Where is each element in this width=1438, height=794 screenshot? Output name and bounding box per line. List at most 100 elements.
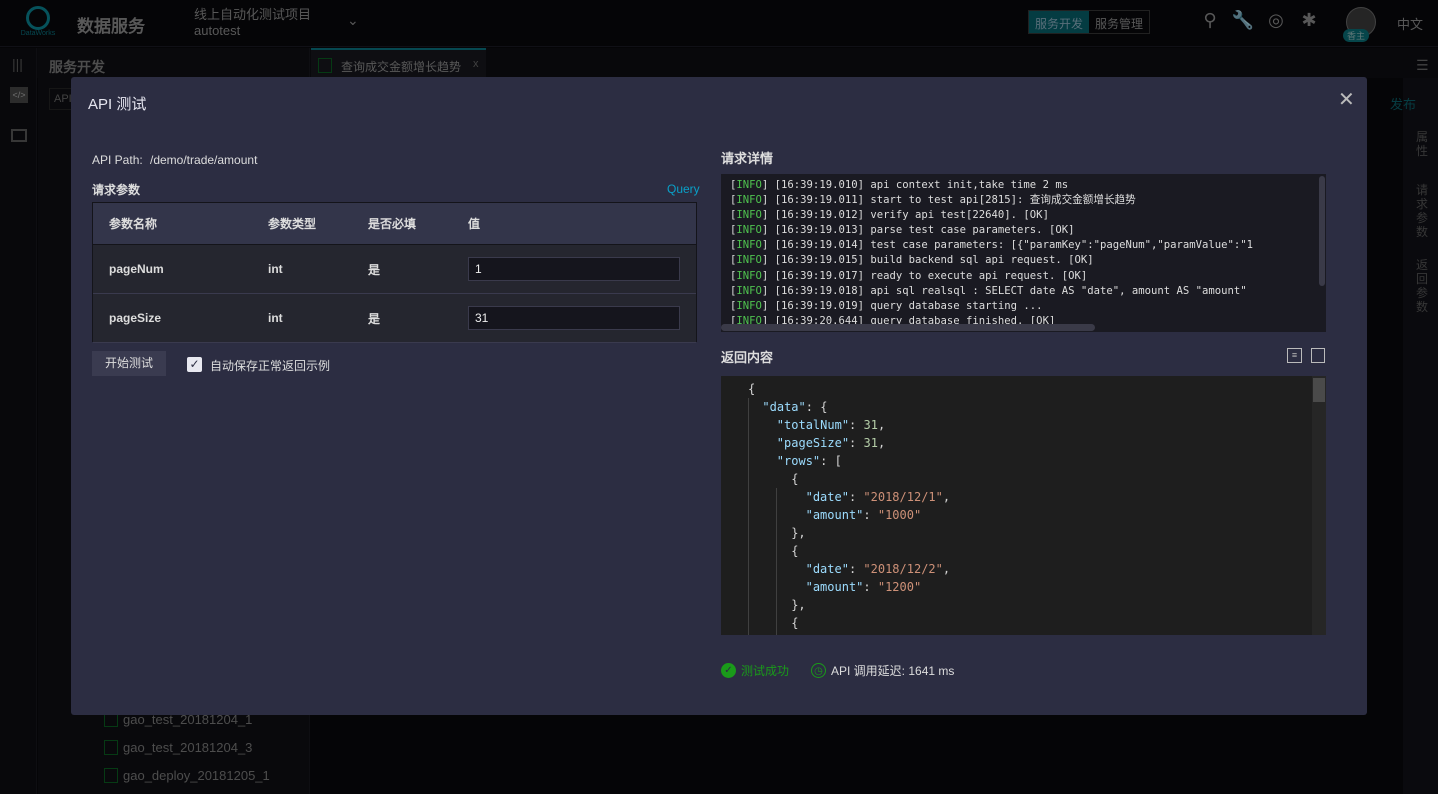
- json-token: {: [791, 616, 799, 630]
- log-line: [INFO] [16:39:19.013] parse test case pa…: [730, 224, 1075, 237]
- dialog-title: API 测试: [88, 96, 147, 113]
- log-level: INFO: [736, 254, 762, 267]
- json-token: "1000": [877, 508, 922, 522]
- format-icon[interactable]: ≡: [1287, 348, 1302, 363]
- log-time: 16:39:19.018: [781, 284, 858, 297]
- json-token: "pageSize": [776, 436, 850, 450]
- json-line: "totalNum": 31,: [777, 416, 885, 434]
- json-token: :: [849, 436, 864, 450]
- json-token: ,: [877, 436, 886, 450]
- indent-guide: [748, 398, 749, 635]
- json-token: :: [848, 562, 864, 576]
- json-token: ,: [942, 562, 951, 576]
- json-token: "date": [806, 634, 849, 635]
- log-time: 16:39:19.013: [781, 224, 858, 237]
- json-line: "amount": "1200": [806, 578, 922, 596]
- json-token: "rows": [776, 454, 821, 468]
- json-token: "amount": [805, 580, 864, 594]
- request-detail-title: 请求详情: [721, 151, 774, 166]
- json-token: :: [849, 634, 863, 635]
- log-line: [INFO] [16:39:19.014] test case paramete…: [730, 239, 1254, 252]
- json-token: 31: [863, 418, 878, 432]
- json-token: "data": [762, 400, 806, 414]
- log-horizontal-scrollbar[interactable]: [721, 324, 1095, 331]
- table-header: 参数名称 参数类型 是否必填 值: [93, 203, 696, 245]
- json-token: {: [791, 472, 799, 486]
- api-path-label: API Path:: [92, 153, 143, 167]
- column-header: 参数名称: [109, 217, 158, 231]
- log-level: INFO: [736, 194, 762, 207]
- json-token: {: [748, 382, 756, 396]
- log-level: INFO: [736, 269, 762, 282]
- log-line: [INFO] [16:39:19.012] verify api test[22…: [730, 209, 1049, 222]
- editor-scrollbar[interactable]: [1312, 376, 1326, 635]
- json-line: {: [791, 470, 798, 488]
- param-name: pageSize: [109, 311, 162, 325]
- param-value-input[interactable]: [468, 306, 680, 330]
- log-vertical-scrollbar[interactable]: [1319, 176, 1325, 286]
- json-token: :: [863, 508, 878, 522]
- params-table: 参数名称 参数类型 是否必填 值 pageNum int 是 pageSize …: [92, 202, 697, 343]
- log-message: verify api test[22640]. [OK]: [870, 209, 1049, 222]
- log-level: INFO: [736, 224, 762, 237]
- log-time: 16:39:19.015: [781, 254, 858, 267]
- request-log: [INFO] [16:39:19.010] api context init,t…: [721, 174, 1326, 332]
- json-line: },: [791, 524, 805, 542]
- autosave-checkbox[interactable]: ✓: [187, 357, 202, 372]
- param-type: int: [268, 262, 283, 276]
- log-time: 16:39:19.011: [781, 194, 858, 207]
- json-token: "2018/12/1": [863, 490, 943, 504]
- log-line: [INFO] [16:39:19.019] query database sta…: [730, 299, 1043, 312]
- start-test-button[interactable]: 开始测试: [92, 351, 166, 376]
- response-json-editor[interactable]: {"data": {"totalNum": 31, "pageSize": 31,…: [721, 376, 1326, 635]
- log-message: parse test case parameters. [OK]: [870, 224, 1075, 237]
- log-message: start to test api[2815]: 查询成交金额增长趋势: [870, 194, 1136, 207]
- status-text: 测试成功: [741, 664, 790, 678]
- json-token: :: [848, 490, 864, 504]
- log-level: INFO: [736, 239, 762, 252]
- test-status: ✓ 测试成功: [721, 662, 789, 679]
- json-token: },: [791, 526, 806, 540]
- indent-guide: [776, 488, 777, 635]
- log-level: INFO: [736, 299, 762, 312]
- json-token: : {: [805, 400, 828, 414]
- log-time: 16:39:19.014: [781, 239, 858, 252]
- param-name: pageNum: [109, 262, 164, 276]
- log-level: INFO: [736, 284, 762, 297]
- json-token: ,: [942, 490, 951, 504]
- json-line: {: [791, 614, 798, 632]
- json-line: {: [748, 380, 755, 398]
- log-message: query database starting ...: [870, 299, 1043, 312]
- latency-text: API 调用延迟: 1641 ms: [831, 664, 955, 678]
- json-line: "rows": [: [777, 452, 842, 470]
- close-icon[interactable]: ✕: [1338, 87, 1355, 112]
- json-line: "date": "2018/12/2",: [806, 560, 951, 578]
- log-message: api context init,take time 2 ms: [870, 179, 1069, 191]
- json-line: "data": {: [762, 398, 827, 416]
- json-line: },: [791, 596, 805, 614]
- json-token: "2018/12/2": [863, 562, 943, 576]
- autosave-label: 自动保存正常返回示例: [210, 359, 331, 373]
- json-token: 31: [863, 436, 878, 450]
- editor-scrollbar-thumb[interactable]: [1313, 378, 1325, 402]
- json-token: : [: [820, 454, 842, 468]
- table-row: pageSize int 是: [93, 294, 696, 343]
- column-header: 值: [468, 217, 481, 231]
- log-line: [INFO] [16:39:19.015] build backend sql …: [730, 254, 1094, 267]
- latency: ◷ API 调用延迟: 1641 ms: [811, 662, 954, 679]
- log-time: 16:39:19.017: [781, 269, 858, 282]
- json-token: :: [863, 580, 878, 594]
- save-icon[interactable]: [1311, 348, 1325, 363]
- log-message: ready to execute api request. [OK]: [870, 269, 1088, 282]
- param-required: 是: [368, 311, 381, 326]
- param-value-input[interactable]: [468, 257, 680, 281]
- check-circle-icon: ✓: [721, 663, 736, 678]
- json-token: "2018/12/3": [863, 634, 942, 635]
- json-token: ,: [943, 634, 950, 635]
- log-line: [INFO] [16:39:19.010] api context init,t…: [730, 179, 1069, 191]
- log-line: [INFO] [16:39:19.017] ready to execute a…: [730, 269, 1088, 282]
- column-header: 是否必填: [368, 217, 417, 231]
- json-token: "totalNum": [776, 418, 850, 432]
- log-message: api sql realsql : SELECT date AS "date",…: [870, 284, 1247, 297]
- log-message: test case parameters: [{"paramKey":"page…: [870, 239, 1254, 252]
